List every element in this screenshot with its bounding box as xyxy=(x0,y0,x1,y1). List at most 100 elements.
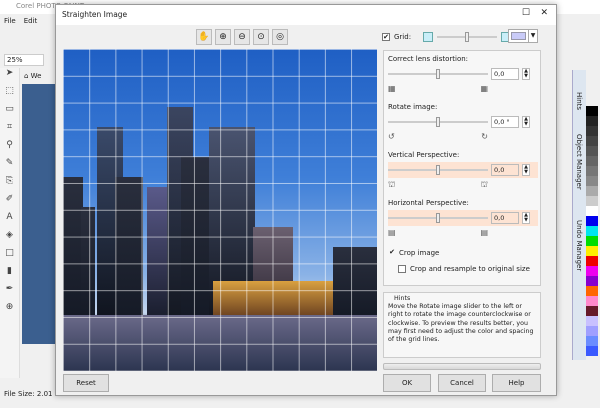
palette-swatch[interactable] xyxy=(586,346,598,356)
docker-tab-hints[interactable]: Hints xyxy=(575,92,583,110)
slider-thumb[interactable] xyxy=(436,69,440,79)
crop-image-option[interactable]: ✔ Crop image xyxy=(388,249,538,258)
horizontal-perspective-input[interactable]: 0,0 xyxy=(491,212,519,224)
zoom-level-field[interactable]: 25% xyxy=(4,54,44,66)
palette-swatch[interactable] xyxy=(586,126,598,136)
horizontal-perspective-slider[interactable] xyxy=(388,213,488,223)
crop-resample-option[interactable]: Crop and resample to original size xyxy=(398,265,548,273)
palette-swatch[interactable] xyxy=(586,306,598,316)
slider-thumb[interactable] xyxy=(436,165,440,175)
lens-distortion-input[interactable]: 0,0 xyxy=(491,68,519,80)
grid-color-swatch xyxy=(511,32,526,40)
palette-swatch[interactable] xyxy=(586,296,598,306)
palette-swatch[interactable] xyxy=(586,226,598,236)
palette-swatch[interactable] xyxy=(586,206,598,216)
image-preview[interactable] xyxy=(63,49,377,371)
vertical-perspective-spinner[interactable]: ▲ ▼ xyxy=(522,164,530,176)
vertical-perspective-input[interactable]: 0,0 xyxy=(491,164,519,176)
palette-swatch[interactable] xyxy=(586,156,598,166)
rotate-cw-icon: ↻ xyxy=(481,132,488,141)
slider-thumb[interactable] xyxy=(436,213,440,223)
pincushion-icon: ▦ xyxy=(480,84,488,93)
ok-button[interactable]: OK xyxy=(383,374,431,392)
grid-size-slider[interactable] xyxy=(437,32,498,42)
shape-icon[interactable]: □ xyxy=(0,248,19,266)
help-button[interactable]: Help xyxy=(492,374,541,392)
palette-swatch[interactable] xyxy=(586,336,598,346)
palette-swatch[interactable] xyxy=(586,266,598,276)
slider-thumb[interactable] xyxy=(465,32,470,42)
palette-swatch[interactable] xyxy=(586,256,598,266)
rotate-spinner[interactable]: ▲ ▼ xyxy=(522,116,530,128)
docker-tab-undo-manager[interactable]: Undo Manager xyxy=(575,220,583,271)
slider-thumb[interactable] xyxy=(436,117,440,127)
docker-tab-object-manager[interactable]: Object Manager xyxy=(575,134,583,190)
palette-swatch[interactable] xyxy=(586,246,598,256)
palette-swatch[interactable] xyxy=(586,316,598,326)
rotate-input[interactable]: 0,0 ° xyxy=(491,116,519,128)
crop-tool-icon[interactable]: ⌗ xyxy=(0,122,19,140)
grid-label: Grid: xyxy=(394,33,412,41)
lens-distortion-label: Correct lens distortion: xyxy=(388,55,469,63)
palette-swatch[interactable] xyxy=(586,146,598,156)
fill-icon[interactable]: ◈ xyxy=(0,230,19,248)
palette-swatch[interactable] xyxy=(586,186,598,196)
color-palette[interactable] xyxy=(586,106,598,356)
pen-icon[interactable]: ✒ xyxy=(0,284,19,302)
navigator-icon[interactable]: ⊕ xyxy=(0,302,19,320)
grid-color-picker[interactable]: ▼ xyxy=(508,29,538,43)
grid-small-icon xyxy=(423,32,434,42)
grid-checkbox[interactable]: ✔ xyxy=(382,33,390,41)
menu-edit[interactable]: Edit xyxy=(24,17,38,25)
mask-tool-icon[interactable]: ⬚ xyxy=(0,86,19,104)
lens-distortion-slider[interactable] xyxy=(388,69,488,79)
zoom-tool-icon[interactable]: ⚲ xyxy=(0,140,19,158)
grid-overlay xyxy=(63,49,377,371)
hints-title: Hints xyxy=(394,295,411,302)
horizontal-perspective-spinner[interactable]: ▲ ▼ xyxy=(522,212,530,224)
palette-swatch[interactable] xyxy=(586,136,598,146)
lens-distortion-spinner[interactable]: ▲ ▼ xyxy=(522,68,530,80)
eyedropper-icon[interactable]: ✎ xyxy=(0,158,19,176)
close-icon[interactable]: ✕ xyxy=(540,8,548,18)
clone-icon[interactable]: ⎘ xyxy=(0,176,19,194)
rotate-slider[interactable] xyxy=(388,117,488,127)
hand-icon[interactable]: ✋ xyxy=(196,29,212,45)
vertical-perspective-slider[interactable] xyxy=(388,165,488,175)
zoom-fit-icon[interactable]: ⊙ xyxy=(253,29,269,45)
dialog-title-bar: Straighten Image ☐ ✕ xyxy=(56,5,556,25)
pick-tool-icon[interactable]: ➤ xyxy=(0,68,19,86)
barrel-icon: ▦ xyxy=(388,84,396,93)
status-bar: File Size: 2.01 xyxy=(4,390,53,398)
vertical-perspective-section: Vertical Perspective: 0,0 ▲ ▼ ⛫ ⛫ xyxy=(388,151,538,190)
rotate-section: Rotate image: 0,0 ° ▲ ▼ ↺ ↻ xyxy=(388,103,538,141)
crop-image-label: Crop image xyxy=(399,249,440,257)
zoom-in-icon[interactable]: ⊕ xyxy=(215,29,231,45)
palette-swatch[interactable] xyxy=(586,216,598,226)
palette-swatch[interactable] xyxy=(586,166,598,176)
crop-image-checkbox[interactable]: ✔ xyxy=(388,249,396,257)
document-tab[interactable]: ⌂ We xyxy=(24,72,42,80)
zoom-out-icon[interactable]: ⊖ xyxy=(234,29,250,45)
palette-swatch[interactable] xyxy=(586,286,598,296)
palette-swatch[interactable] xyxy=(586,116,598,126)
cancel-button[interactable]: Cancel xyxy=(438,374,486,392)
palette-swatch[interactable] xyxy=(586,236,598,246)
maximize-icon[interactable]: ☐ xyxy=(522,8,530,18)
palette-swatch[interactable] xyxy=(586,326,598,336)
brush-icon[interactable]: ✐ xyxy=(0,194,19,212)
palette-swatch[interactable] xyxy=(586,176,598,186)
eraser-icon[interactable]: ▮ xyxy=(0,266,19,284)
palette-swatch[interactable] xyxy=(586,276,598,286)
crop-resample-checkbox[interactable] xyxy=(398,265,406,273)
palette-swatch[interactable] xyxy=(586,106,598,116)
reset-button[interactable]: Reset xyxy=(63,374,109,392)
chevron-down-icon[interactable]: ▼ xyxy=(528,30,537,42)
palette-swatch[interactable] xyxy=(586,196,598,206)
rotate-ccw-icon: ↺ xyxy=(388,132,395,141)
zoom-100-icon[interactable]: ◎ xyxy=(272,29,288,45)
horizontal-perspective-section: Horizontal Perspective: 0,0 ▲ ▼ ▤ ▤ xyxy=(388,199,538,237)
menu-file[interactable]: File xyxy=(4,17,16,25)
rect-mask-icon[interactable]: ▭ xyxy=(0,104,19,122)
text-tool-icon[interactable]: A xyxy=(0,212,19,230)
